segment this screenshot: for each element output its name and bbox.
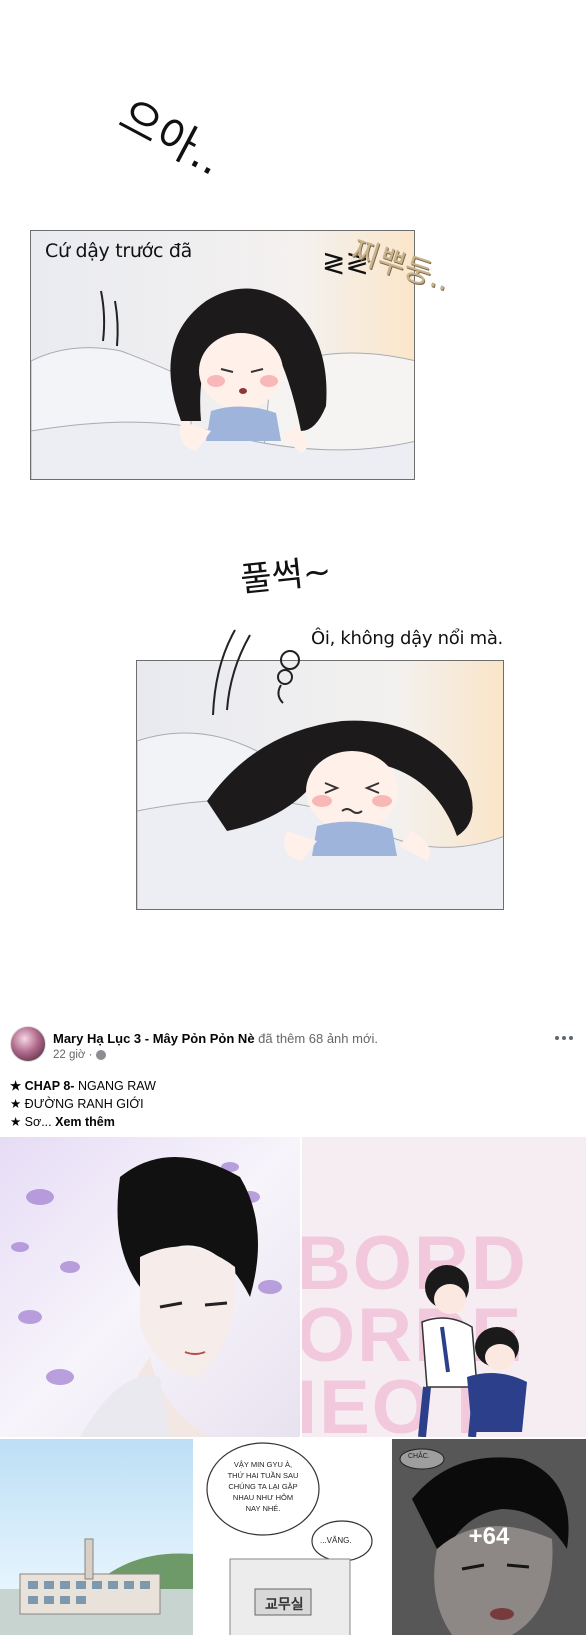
caption-chap-rest: NGANG RAW [74, 1079, 156, 1093]
photo4-bubble: VẬY MIN GYU À, THỨ HAI TUẦN SAU CHÚNG TA… [215, 1459, 311, 1514]
post-header: Mary Hạ Lục 3 - Mây Pỏn Pỏn Nè đã thêm 6… [53, 1031, 378, 1047]
more-photos-overlay[interactable]: +64 [392, 1439, 586, 1635]
post-photo-5[interactable]: CHẮC. +64 [392, 1439, 586, 1635]
post-photo-4[interactable]: VẬY MIN GYU À, THỨ HAI TUẦN SAU CHÚNG TA… [195, 1439, 390, 1635]
post-photo-1[interactable] [0, 1137, 300, 1437]
post-action-text: đã thêm 68 ảnh mới. [258, 1031, 378, 1046]
speech-text-1: Cứ dậy trước đã [45, 240, 192, 262]
sfx-flop: 풀썩~ [238, 551, 334, 601]
photo4-bubble-line: CHÚNG TA LẠI GẶP [228, 1482, 298, 1491]
post-time[interactable]: 22 giờ · [53, 1049, 93, 1061]
post-photo-2[interactable]: BORD ORDE IEO I [302, 1137, 586, 1437]
photo4-bubble-line: THỨ HAI TUẦN SAU [227, 1471, 299, 1480]
see-more-link[interactable]: Xem thêm [55, 1115, 115, 1129]
post-action-label: đã thêm 68 ảnh mới. [258, 1031, 378, 1046]
caption-line-2: ★ ĐƯỜNG RANH GIỚI [10, 1097, 144, 1111]
caption-line-1: ★ CHAP 8- NGANG RAW [10, 1077, 156, 1095]
photo4-bubble-line: VẬY MIN GYU À, [233, 1460, 293, 1469]
facebook-post: Mary Hạ Lục 3 - Mây Pỏn Pỏn Nè đã thêm 6… [0, 1010, 586, 1635]
page-avatar[interactable] [10, 1026, 46, 1062]
post-meta: 22 giờ · [53, 1049, 106, 1061]
photo4-sign: 교무실 [265, 1597, 304, 1613]
caption-chap: ★ CHAP 8- [10, 1079, 75, 1093]
motion-lines [212, 629, 300, 716]
page-name-link[interactable]: Mary Hạ Lục 3 - Mây Pỏn Pỏn Nè [53, 1031, 255, 1046]
dot [555, 1036, 559, 1040]
dot [569, 1036, 573, 1040]
more-photos-count: +64 [468, 1523, 510, 1550]
comic-panel-fall-back [136, 660, 504, 910]
caption-line-3: ★ Sơ... Xem thêm [10, 1113, 156, 1131]
caption-truncated: ★ Sơ... [10, 1115, 52, 1129]
sfx-groan: 으아.. [110, 89, 232, 186]
comic-strip: 으아.. Cứ dậy trước đã ≷≷ 찌뿌둥.. 풀썩~ Ôi, kh… [0, 0, 586, 1010]
dot [562, 1036, 566, 1040]
globe-icon [95, 1050, 106, 1060]
speech-text-2: Ôi, không dậy nổi mà. [311, 628, 503, 649]
photo4-bubble-line: NHAU NHƯ HÔM [232, 1493, 294, 1502]
photo5-bubble: CHẮC. [408, 1453, 430, 1460]
post-photo-3[interactable] [0, 1439, 193, 1635]
more-options-icon[interactable] [552, 1030, 576, 1046]
post-caption: ★ CHAP 8- NGANG RAW ★ ĐƯỜNG RANH GIỚI ★ … [10, 1077, 156, 1131]
photo4-bubble-line: NAY NHÉ. [245, 1504, 281, 1513]
photo4-reply: ...VÂNG. [320, 1536, 352, 1545]
